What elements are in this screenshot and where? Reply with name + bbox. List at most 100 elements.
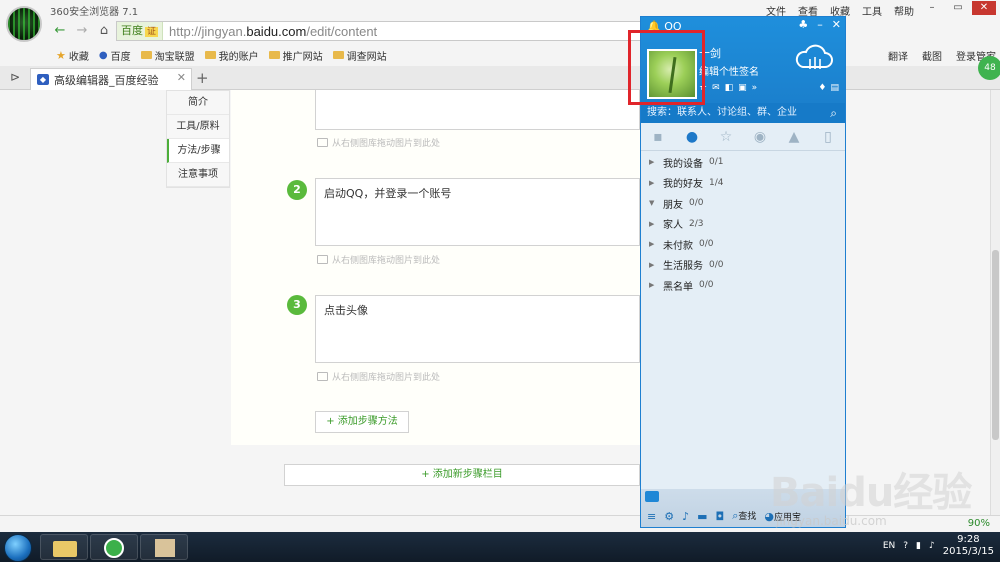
bookmark-baidu[interactable]: ● 百度 xyxy=(99,48,131,63)
speed-ball-badge[interactable]: 48 xyxy=(978,56,1000,80)
step-2-textbox[interactable]: 启动QQ，并登录一个账号 xyxy=(315,178,640,246)
scrollbar-thumb[interactable] xyxy=(992,250,999,440)
step-1-textbox[interactable] xyxy=(315,90,640,130)
bookmark-my-account[interactable]: 我的账户 xyxy=(204,48,259,63)
cloud-icon[interactable] xyxy=(793,43,835,71)
browser-logo-icon[interactable] xyxy=(6,6,42,42)
bookmark-survey-sites[interactable]: 调查网站 xyxy=(332,48,387,63)
volume-tray-icon[interactable]: ♪ xyxy=(929,541,935,551)
start-button[interactable] xyxy=(4,534,32,562)
windows-taskbar: EN ? ▮ ♪ 9:28 2015/3/15 xyxy=(0,532,1000,562)
menu-help[interactable]: 帮助 xyxy=(894,3,914,18)
tab-bar: ⊳ ◆ 高级编辑器_百度经验 ✕ + xyxy=(0,66,1000,90)
contact-group[interactable]: ▶ 家人 2/3 xyxy=(641,214,845,235)
volume-icon[interactable]: ♪ xyxy=(682,510,689,523)
explorer-taskbar-button[interactable] xyxy=(40,534,88,560)
wallet-icon[interactable]: ▣ xyxy=(738,83,747,93)
settings-icon[interactable]: ⚙ xyxy=(664,510,674,523)
nav-notes[interactable]: 注意事项 xyxy=(167,163,229,187)
app-box-icon[interactable]: ▤ xyxy=(830,83,839,93)
bookmark-promo-sites[interactable]: 推广网站 xyxy=(268,48,323,63)
help-icon[interactable]: ? xyxy=(903,541,908,551)
step-number: 3 xyxy=(287,295,307,315)
bookmarks-bar: ★ 收藏 ● 百度 淘宝联盟 我的账户 推广网站 调查网站 翻译 截图 登录管家 xyxy=(0,44,1000,66)
edu-app-icon[interactable] xyxy=(645,491,659,502)
clock-date: 2015/3/15 xyxy=(942,546,994,557)
clock[interactable]: 9:28 2015/3/15 xyxy=(943,534,994,558)
image-drop-hint[interactable]: 从右侧图库拖动图片到此处 xyxy=(317,253,440,266)
shirt-icon[interactable]: ♦ xyxy=(818,83,826,93)
qq-skin-icon[interactable]: ♣ xyxy=(798,18,808,31)
main-menu-icon[interactable]: ≡ xyxy=(647,510,656,523)
tab-favorites-icon[interactable]: ☆ xyxy=(714,129,738,145)
tab-contacts-icon[interactable]: ● xyxy=(680,129,704,145)
contact-group[interactable]: ▼ 朋友 0/0 xyxy=(641,193,845,214)
tab-label: 高级编辑器_百度经验 xyxy=(54,73,159,87)
browser-taskbar-button[interactable] xyxy=(90,534,138,560)
folder-icon[interactable]: ▬ xyxy=(697,510,707,523)
tab-education-icon[interactable]: ▲ xyxy=(782,129,806,145)
url-domain: baidu.com xyxy=(246,23,307,39)
more-icon[interactable]: » xyxy=(752,83,758,93)
tab-close-icon[interactable]: ✕ xyxy=(177,71,186,84)
url-prefix: http://jingyan. xyxy=(169,23,247,39)
find-button[interactable]: ⌕查找 xyxy=(732,509,756,523)
bookmark-favorites[interactable]: ★ 收藏 xyxy=(56,48,89,63)
new-tab-icon[interactable]: + xyxy=(196,69,209,87)
address-bar[interactable]: 百度证 http://jingyan.baidu.com/edit/conten… xyxy=(116,21,676,41)
navigation-bar: ← → ⌂ 百度证 http://jingyan.baidu.com/edit/… xyxy=(0,18,1000,44)
chevron-right-icon: ▶ xyxy=(649,240,655,249)
search-icon[interactable]: ⌕ xyxy=(830,103,837,123)
page-scrollbar[interactable] xyxy=(990,90,1000,515)
contact-group[interactable]: ▶ 生活服务 0/0 xyxy=(641,255,845,276)
minimize-button[interactable]: – xyxy=(920,1,944,15)
back-icon[interactable]: ← xyxy=(50,21,70,41)
site-badge: 百度证 xyxy=(117,22,164,40)
nav-intro[interactable]: 简介 xyxy=(167,91,229,115)
qq-search-input[interactable]: 搜索：联系人、讨论组、群、企业 ⌕ xyxy=(641,103,845,123)
tab-messages-icon[interactable]: ▪ xyxy=(646,129,670,145)
image-drop-hint[interactable]: 从右侧图库拖动图片到此处 xyxy=(317,136,440,149)
forward-icon[interactable]: → xyxy=(72,21,92,41)
qq-header-right-icons: ♦ ▤ xyxy=(818,83,839,93)
contact-group[interactable]: ▶ 我的设备 0/1 xyxy=(641,152,845,173)
network-icon[interactable]: ▮ xyxy=(916,541,921,551)
translate-button[interactable]: 翻译 xyxy=(888,48,908,63)
bookmark-taobao-union[interactable]: 淘宝联盟 xyxy=(140,48,195,63)
tab-phone-icon[interactable]: ▯ xyxy=(816,129,840,145)
close-button[interactable]: ✕ xyxy=(972,1,996,15)
add-step-column-button[interactable]: + 添加新步骤栏目 xyxy=(284,464,640,486)
star-icon: ★ xyxy=(56,48,66,62)
paint-taskbar-button[interactable] xyxy=(140,534,188,560)
contact-group[interactable]: ▶ 我的好友 1/4 xyxy=(641,173,845,194)
tab-groups-icon[interactable]: ◉ xyxy=(748,129,772,145)
folder-icon xyxy=(332,51,344,59)
qq-minimize-button[interactable]: – xyxy=(817,18,823,31)
nav-steps[interactable]: 方法/步骤 xyxy=(167,139,229,163)
restore-button[interactable]: ▭ xyxy=(946,1,970,15)
step-3-textbox[interactable]: 点击头像 xyxy=(315,295,640,363)
screenshot-button[interactable]: 截图 xyxy=(922,48,942,63)
home-icon[interactable]: ⌂ xyxy=(94,21,114,41)
sidebar-toggle-icon[interactable]: ⊳ xyxy=(10,70,20,84)
input-language[interactable]: EN xyxy=(883,541,895,551)
contact-group[interactable]: ▶ 未付款 0/0 xyxy=(641,234,845,255)
qq-signature[interactable]: 编辑个性签名 xyxy=(699,63,759,78)
chevron-down-icon: ▼ xyxy=(649,199,655,208)
qq-close-button[interactable]: ✕ xyxy=(832,18,841,31)
bookmark-icon[interactable]: ◘ xyxy=(716,510,725,523)
qq-tab-bar: ▪ ● ☆ ◉ ▲ ▯ xyxy=(641,123,845,151)
mail-icon[interactable]: ✉ xyxy=(712,83,720,93)
browser-icon xyxy=(104,538,124,558)
url-text[interactable]: http://jingyan.baidu.com/edit/content xyxy=(163,24,377,39)
qq-search-placeholder: 搜索：联系人、讨论组、群、企业 xyxy=(647,107,797,118)
tab-advanced-editor[interactable]: ◆ 高级编辑器_百度经验 ✕ xyxy=(30,68,192,90)
chevron-right-icon: ▶ xyxy=(649,158,655,167)
add-step-method-button[interactable]: + 添加步骤方法 xyxy=(315,411,409,433)
shop-icon[interactable]: ◧ xyxy=(725,83,734,93)
contact-group[interactable]: ▶ 黑名单 0/0 xyxy=(641,275,845,296)
certificate-icon: 证 xyxy=(145,27,159,37)
menu-tools[interactable]: 工具 xyxy=(862,3,882,18)
nav-tools[interactable]: 工具/原料 xyxy=(167,115,229,139)
image-drop-hint[interactable]: 从右侧图库拖动图片到此处 xyxy=(317,370,440,383)
